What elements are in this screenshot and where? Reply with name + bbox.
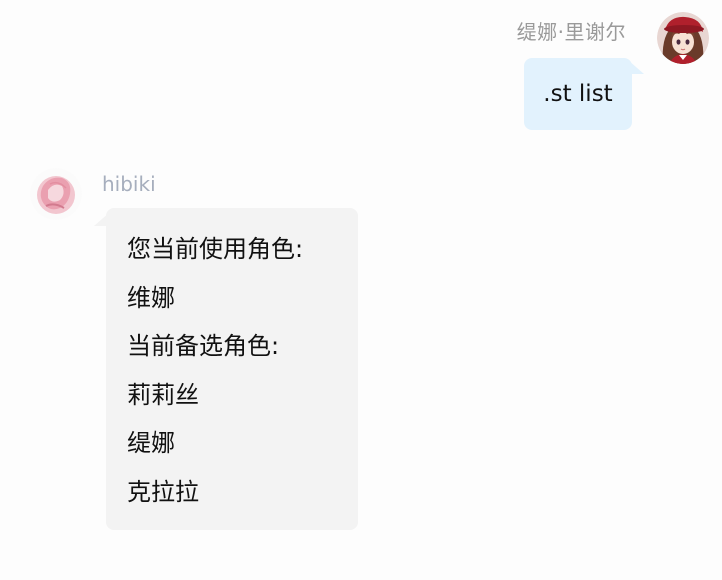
outgoing-message-bubble[interactable]: .st list: [524, 58, 632, 130]
chat-window: 缇娜·里谢尔 .st list hibiki 您当前使用角色: 维娜 当前备选角…: [0, 0, 722, 580]
sender-name: 缇娜·里谢尔: [516, 20, 626, 44]
message-line: 克拉拉: [127, 477, 199, 506]
message-line: 您当前使用角色:: [127, 235, 304, 263]
pink-sketch-avatar-icon[interactable]: [30, 168, 82, 220]
anime-girl-avatar-icon[interactable]: [657, 12, 709, 64]
message-line: 缇娜: [127, 429, 175, 457]
sender-name: hibiki: [102, 172, 156, 196]
message-line: 维娜: [127, 283, 175, 312]
incoming-message-bubble[interactable]: 您当前使用角色: 维娜 当前备选角色: 莉莉丝 缇娜 克拉拉: [106, 208, 358, 530]
outgoing-message-text: .st list: [543, 81, 613, 107]
message-line: 莉莉丝: [127, 380, 199, 409]
message-line: 当前备选角色:: [127, 332, 280, 360]
